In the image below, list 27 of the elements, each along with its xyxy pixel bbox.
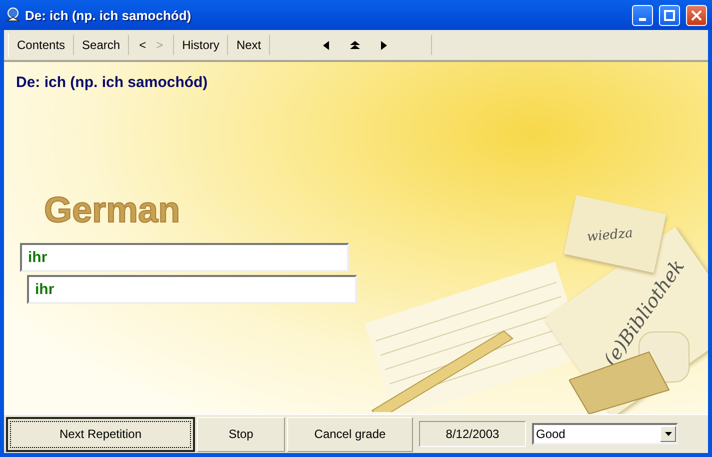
toolbar-button[interactable]: Next: [228, 35, 270, 55]
answer-field[interactable]: ihr: [20, 243, 349, 272]
date-display: 8/12/2003: [419, 421, 526, 447]
maximize-icon: [664, 10, 675, 20]
answer-field[interactable]: ihr: [27, 275, 357, 304]
close-icon: [691, 10, 702, 20]
action-button[interactable]: Next Repetition: [6, 416, 195, 452]
up-triangle-icon[interactable]: [350, 41, 360, 49]
toolbar-button[interactable]: Search: [74, 35, 130, 55]
minimize-icon: [639, 18, 646, 20]
maximize-button[interactable]: [659, 4, 680, 26]
back-button[interactable]: <: [139, 38, 146, 52]
watermark-text: German: [44, 189, 180, 231]
right-triangle-icon[interactable]: [381, 40, 388, 50]
toolbar-button[interactable]: Contents: [9, 35, 74, 55]
action-button[interactable]: Cancel grade: [287, 416, 413, 452]
close-button[interactable]: [686, 4, 707, 26]
toolbar-button[interactable]: History: [174, 35, 228, 55]
grade-dropdown[interactable]: Good: [532, 423, 678, 445]
action-button[interactable]: Stop: [197, 416, 285, 452]
app-icon: [5, 7, 21, 23]
left-triangle-icon[interactable]: [323, 40, 330, 50]
question-text: De: ich (np. ich samochód): [16, 74, 208, 91]
card-text: wiedza: [586, 226, 634, 245]
minimize-button[interactable]: [632, 4, 653, 26]
window-title: De: ich (np. ich samochód): [25, 8, 192, 22]
dropdown-arrow-icon[interactable]: [664, 432, 672, 436]
